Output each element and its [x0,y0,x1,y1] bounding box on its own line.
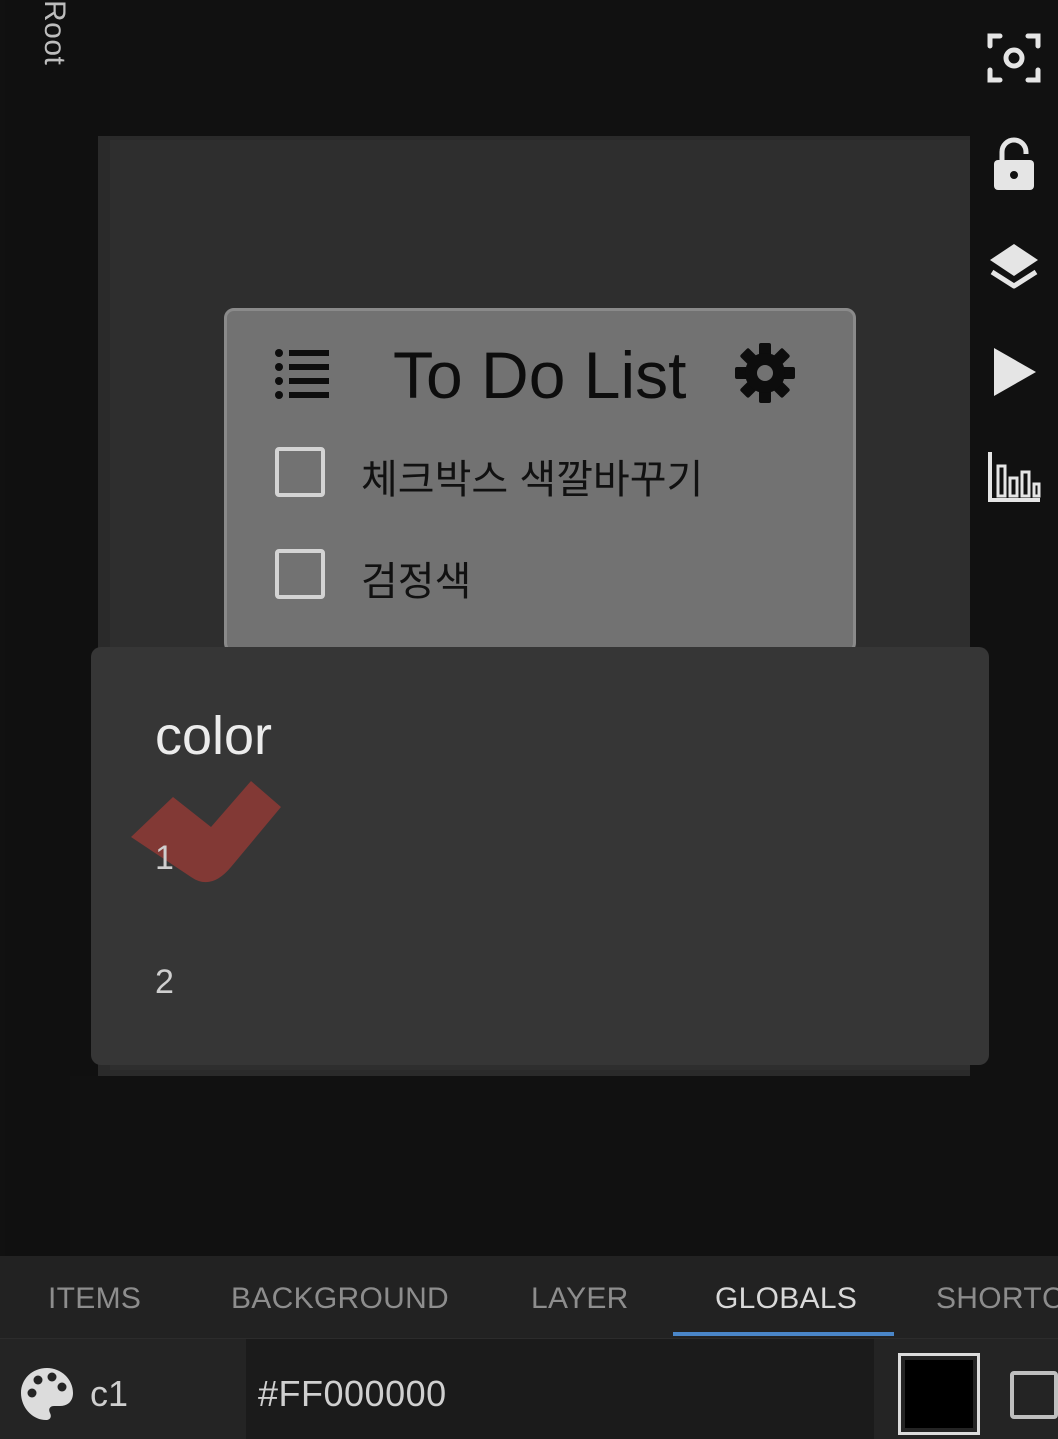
play-icon[interactable] [970,332,1058,412]
right-toolbar [970,0,1058,1256]
editor-screen: Root To Do List 체크박스 색깔바꾸기 검정색 color 1 2… [0,0,1058,1439]
color-swatch[interactable] [898,1353,980,1435]
todo-item-label: 체크박스 색깔바꾸기 [361,458,704,502]
todo-card[interactable]: To Do List 체크박스 색깔바꾸기 검정색 [224,308,856,653]
gear-icon[interactable] [733,341,797,405]
dialog-title: color [155,706,273,766]
checkbox-button[interactable] [1010,1371,1058,1419]
variable-value: #FF000000 [258,1373,447,1414]
tab-shortcuts[interactable]: SHORTC [936,1282,1058,1316]
root-strip: Root [5,0,110,1256]
swatch-fill [905,1360,973,1428]
todo-item-label: 검정색 [361,560,472,604]
root-label[interactable]: Root [37,0,71,65]
global-variable-row[interactable]: c1 #FF000000 [0,1339,1058,1439]
tab-layer[interactable]: LAYER [531,1282,629,1316]
todo-title: To Do List [393,338,687,412]
canvas-shadow [70,1076,970,1256]
tab-globals[interactable]: GLOBALS [715,1282,857,1316]
palette-icon [21,1368,73,1420]
variable-name: c1 [90,1373,129,1414]
chart-icon[interactable] [970,436,1058,516]
bottom-tabs: ITEMS BACKGROUND LAYER GLOBALS SHORTC [0,1256,1058,1339]
color-dialog: color 1 2 [91,647,989,1065]
todo-checkbox[interactable] [275,447,325,497]
tab-background[interactable]: BACKGROUND [231,1282,449,1316]
color-option-2[interactable]: 2 [155,963,174,1002]
color-option-1[interactable]: 1 [155,839,174,878]
variable-value-field[interactable]: #FF000000 [246,1339,874,1439]
todo-header: To Do List [227,331,853,412]
capture-icon[interactable] [970,18,1058,98]
todo-item[interactable]: 검정색 [275,549,835,609]
list-icon[interactable] [273,343,333,403]
tab-indicator [673,1332,894,1336]
touch-ripple [131,781,281,883]
layers-icon[interactable] [970,228,1058,308]
lock-open-icon[interactable] [970,124,1058,204]
tab-items[interactable]: ITEMS [48,1282,141,1316]
todo-checkbox[interactable] [275,549,325,599]
todo-item[interactable]: 체크박스 색깔바꾸기 [275,447,835,507]
